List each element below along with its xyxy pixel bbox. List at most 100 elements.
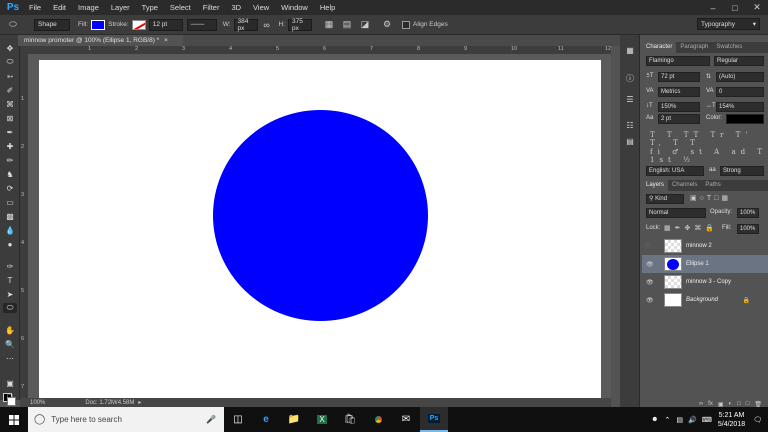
- store-icon[interactable]: 🛍: [336, 407, 364, 432]
- task-view-icon[interactable]: ◫: [224, 407, 252, 432]
- menu-image[interactable]: Image: [72, 3, 105, 12]
- menu-layer[interactable]: Layer: [105, 3, 136, 12]
- text-style-buttons[interactable]: T T TT Tr T' T, T T: [650, 131, 768, 147]
- zoom-level[interactable]: 100%: [30, 400, 45, 406]
- excel-icon[interactable]: X: [308, 407, 336, 432]
- eye-icon[interactable]: 👁: [646, 261, 656, 268]
- align-edges-checkbox[interactable]: [402, 20, 411, 29]
- opacity-input[interactable]: 100%: [737, 208, 759, 218]
- font-family-select[interactable]: Flamingo: [646, 56, 710, 66]
- height-input[interactable]: 375 px: [288, 18, 313, 32]
- status-arrow-icon[interactable]: ▸: [138, 399, 141, 406]
- language-select[interactable]: English: USA: [646, 166, 704, 176]
- network-icon[interactable]: ▤: [676, 416, 683, 424]
- menu-window[interactable]: Window: [275, 3, 314, 12]
- layer-filter-icons[interactable]: ▣○T□▦: [690, 194, 731, 202]
- stroke-width-input[interactable]: 12 pt: [148, 18, 183, 31]
- menu-file[interactable]: File: [23, 3, 47, 12]
- ellipse-shape[interactable]: [213, 110, 428, 321]
- keyboard-icon[interactable]: ⌨: [702, 416, 712, 424]
- stroke-type-select[interactable]: ───: [186, 18, 217, 31]
- type-tool-icon[interactable]: T: [3, 275, 17, 285]
- edge-icon[interactable]: e: [252, 407, 280, 432]
- text-color-swatch[interactable]: [726, 114, 764, 124]
- gear-icon[interactable]: ⚙: [380, 18, 394, 32]
- history-panel-icon[interactable]: ▦: [624, 44, 636, 56]
- mail-icon[interactable]: ✉: [392, 407, 420, 432]
- link-icon[interactable]: ∞: [260, 18, 274, 32]
- info-panel-icon[interactable]: ⓘ: [624, 72, 636, 84]
- marquee-tool-icon[interactable]: ⬭: [3, 57, 17, 67]
- path-alignment-icon[interactable]: ▤: [340, 18, 354, 32]
- zoom-tool-icon[interactable]: 🔍: [3, 339, 17, 349]
- styles-panel-icon[interactable]: ▤: [624, 135, 636, 147]
- hand-tool-icon[interactable]: ✋: [3, 325, 17, 335]
- screen-mode-icon[interactable]: □: [3, 391, 17, 401]
- menu-type[interactable]: Type: [136, 3, 164, 12]
- close-icon[interactable]: ✕: [746, 0, 768, 15]
- leading-input[interactable]: (Auto): [716, 72, 764, 82]
- healing-tool-icon[interactable]: ✚: [3, 141, 17, 151]
- fill-swatch[interactable]: [91, 19, 106, 30]
- people-icon[interactable]: ☻: [651, 416, 658, 423]
- crop-tool-icon[interactable]: ⌘: [3, 99, 17, 109]
- fill-input[interactable]: 100%: [737, 224, 759, 234]
- tab-channels[interactable]: Channels: [668, 180, 701, 191]
- tab-character[interactable]: Character: [642, 42, 677, 53]
- blur-tool-icon[interactable]: 💧: [3, 225, 17, 235]
- stamp-tool-icon[interactable]: ♞: [3, 169, 17, 179]
- document-canvas[interactable]: [39, 60, 601, 400]
- gradient-tool-icon[interactable]: ▩: [3, 211, 17, 221]
- width-input[interactable]: 384 px: [233, 18, 258, 32]
- eraser-tool-icon[interactable]: ▭: [3, 197, 17, 207]
- chevron-up-icon[interactable]: ⌃: [665, 416, 671, 424]
- kerning-select[interactable]: Metrics: [658, 87, 700, 97]
- layer-name[interactable]: Ellipse 1: [686, 261, 709, 267]
- menu-filter[interactable]: Filter: [197, 3, 226, 12]
- eyedropper-tool-icon[interactable]: ✒: [3, 127, 17, 137]
- chrome-icon[interactable]: [364, 407, 392, 432]
- lock-icons[interactable]: ▦✒✥⌘🔒: [664, 224, 718, 232]
- windows-start-button[interactable]: [0, 407, 28, 432]
- close-tab-icon[interactable]: ×: [164, 37, 168, 44]
- tab-paragraph[interactable]: Paragraph: [676, 42, 712, 53]
- layer-filter-select[interactable]: ⚲ Kind: [646, 194, 684, 204]
- work-area[interactable]: [28, 54, 611, 400]
- antialias-select[interactable]: Strong: [720, 166, 764, 176]
- mode-select[interactable]: Shape: [34, 18, 70, 31]
- move-tool-icon[interactable]: ✥: [3, 43, 17, 53]
- menu-view[interactable]: View: [247, 3, 275, 12]
- menu-3d[interactable]: 3D: [225, 3, 247, 12]
- tab-paths[interactable]: Paths: [701, 180, 724, 191]
- tab-swatches[interactable]: Swatches: [712, 42, 746, 53]
- blend-mode-select[interactable]: Normal: [646, 208, 706, 218]
- notifications-icon[interactable]: 🗨: [753, 416, 762, 424]
- ellipse-tool-icon[interactable]: ⬭: [3, 303, 17, 313]
- photoshop-taskbar-icon[interactable]: Ps: [420, 407, 448, 432]
- layer-row[interactable]: 👁 Background 🔒: [642, 291, 768, 309]
- maximize-icon[interactable]: □: [724, 0, 746, 15]
- menu-select[interactable]: Select: [164, 3, 197, 12]
- layer-row[interactable]: 👁 minnow 3 - Copy: [642, 273, 768, 291]
- dodge-tool-icon[interactable]: ●: [3, 239, 17, 249]
- visibility-toggle[interactable]: □: [646, 243, 656, 249]
- path-select-tool-icon[interactable]: ➤: [3, 289, 17, 299]
- document-tab[interactable]: minnow promoter @ 100% (Ellipse 1, RGB/8…: [18, 35, 183, 46]
- tracking-input[interactable]: 0: [716, 87, 764, 97]
- layer-name[interactable]: Background: [686, 297, 718, 303]
- layer-name[interactable]: minnow 3 - Copy: [686, 279, 731, 285]
- tab-layers[interactable]: Layers: [642, 180, 669, 191]
- layer-name[interactable]: minnow 2: [686, 243, 712, 249]
- pen-tool-icon[interactable]: ✑: [3, 261, 17, 271]
- minimize-icon[interactable]: –: [702, 0, 724, 15]
- opentype-buttons[interactable]: fi ♂ st A ad T 1st ½: [650, 148, 768, 164]
- quick-mask-icon[interactable]: ▣: [3, 378, 17, 388]
- lasso-tool-icon[interactable]: ➳: [3, 71, 17, 81]
- brush-tool-icon[interactable]: ✏: [3, 155, 17, 165]
- frame-tool-icon[interactable]: ⊠: [3, 113, 17, 123]
- path-arrangement-icon[interactable]: ◪: [358, 18, 372, 32]
- layer-row[interactable]: □ minnow 2: [642, 237, 768, 255]
- stroke-swatch[interactable]: [131, 19, 146, 30]
- baseline-shift-input[interactable]: 2 pt: [658, 114, 700, 124]
- eye-icon[interactable]: 👁: [646, 297, 656, 304]
